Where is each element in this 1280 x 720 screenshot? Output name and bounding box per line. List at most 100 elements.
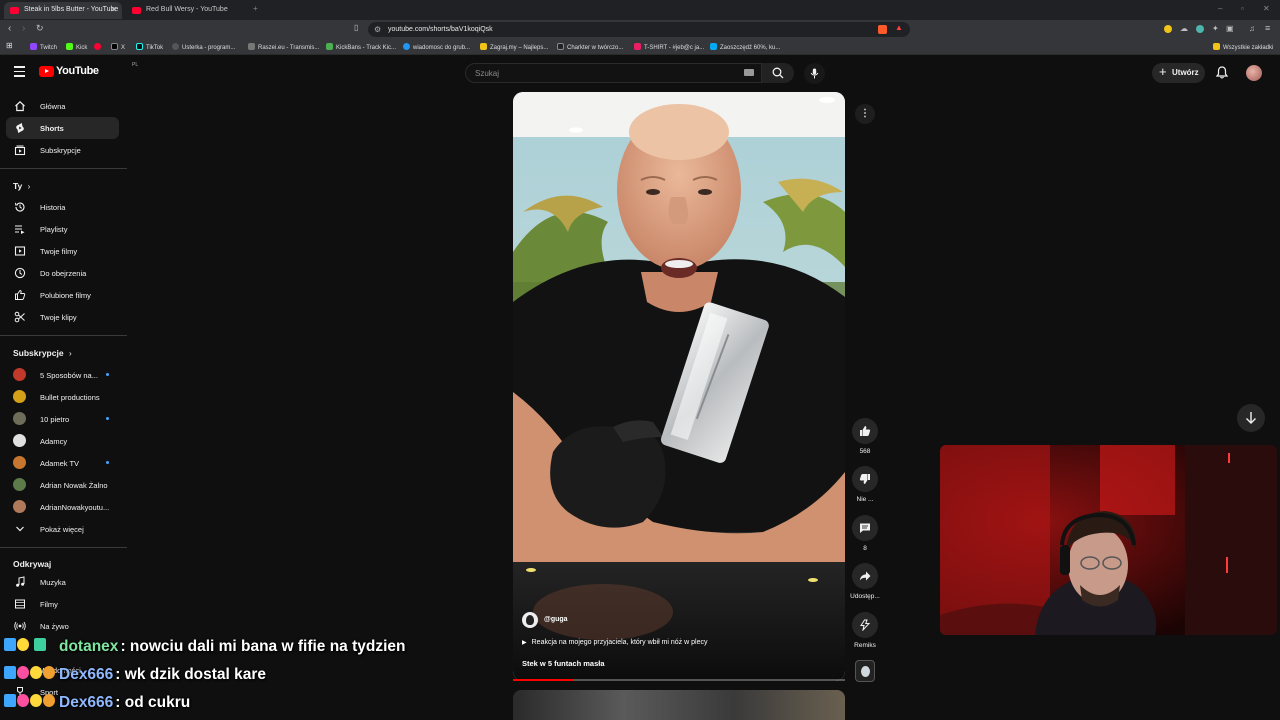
- bookmark-item[interactable]: Twitch: [30, 43, 57, 51]
- keyboard-icon[interactable]: [744, 69, 754, 76]
- extension-icon[interactable]: ☁: [1180, 24, 1188, 33]
- related-video-link[interactable]: ▶ Reakcja na mojego przyjaciela, który wb…: [522, 639, 707, 646]
- sidebar-item-playlists[interactable]: Playlisty: [6, 218, 119, 240]
- sidebar-channel[interactable]: 10 pietro: [6, 408, 119, 430]
- account-avatar[interactable]: [1246, 65, 1262, 81]
- sidebar-channel[interactable]: Adamcy: [6, 430, 119, 452]
- reload-icon[interactable]: ↻: [36, 23, 44, 34]
- notifications-bell-icon[interactable]: [1216, 66, 1228, 79]
- comments-button[interactable]: [852, 515, 878, 541]
- chat-message: dotanex: nowciu dali mi bana w fifie na …: [4, 637, 406, 661]
- sidebar-item-shorts[interactable]: Shorts: [6, 117, 119, 139]
- bookmark-item[interactable]: Zagraj.my – Najleps...: [480, 43, 548, 51]
- tab-close-icon[interactable]: ✕: [110, 5, 117, 14]
- dislike-button[interactable]: [852, 466, 878, 492]
- hamburger-menu-icon[interactable]: [14, 66, 25, 77]
- sidebar-item-music[interactable]: Muzyka: [6, 571, 119, 593]
- page-icon: [634, 43, 641, 50]
- bookmark-item[interactable]: [94, 43, 104, 51]
- sidebar-item-live[interactable]: Na żywo: [6, 615, 119, 637]
- more-options-button[interactable]: ⋮: [855, 104, 875, 124]
- sidebar-heading-explore: Odkrywaj: [13, 559, 52, 569]
- minimize-icon[interactable]: –: [1218, 4, 1222, 13]
- heart-badge-icon: [30, 666, 42, 679]
- comment-icon: [860, 523, 870, 533]
- sound-thumbnail[interactable]: [855, 660, 875, 682]
- sidebar-item-home[interactable]: Główna: [6, 95, 119, 117]
- bookmark-item[interactable]: Usterka - program...: [172, 43, 235, 51]
- next-short-button[interactable]: [1237, 404, 1265, 432]
- browser-tab-bar: Steak in 5lbs Butter - YouTube ✕ Red Bul…: [0, 0, 1280, 20]
- sidebar-item-watch-later[interactable]: Do obejrzenia: [6, 262, 119, 284]
- create-button[interactable]: + Utwórz: [1152, 63, 1205, 83]
- heart-badge-icon: [17, 638, 29, 651]
- bookmark-item[interactable]: Zaoszczędź 60%, ku...: [710, 43, 780, 51]
- gift-badge-icon: [17, 694, 29, 707]
- remix-button[interactable]: [852, 612, 878, 638]
- bookmark-item[interactable]: Kick: [66, 43, 87, 51]
- rewards-icon[interactable]: ▲: [895, 23, 903, 32]
- page-icon: [326, 43, 333, 50]
- bookmark-item[interactable]: Charkter w twórczo...: [557, 43, 623, 51]
- sidebar-heading-you[interactable]: Ty ›: [13, 181, 30, 191]
- voice-search-button[interactable]: [804, 63, 825, 84]
- sidebar-channel[interactable]: AdrianNowakyoutu...: [6, 496, 119, 518]
- sidebar-heading-subscriptions[interactable]: Subskrypcje ›: [13, 348, 72, 358]
- chevron-right-icon: ›: [27, 182, 31, 191]
- sidebar-item-your-videos[interactable]: Twoje filmy: [6, 240, 119, 262]
- sidebar-show-more[interactable]: Pokaż więcej: [6, 518, 119, 540]
- sidebar-item-history[interactable]: Historia: [6, 196, 119, 218]
- video-progress-bar[interactable]: [513, 679, 845, 681]
- sidebar-toggle-icon[interactable]: ▣: [1226, 24, 1234, 33]
- share-button[interactable]: [852, 563, 878, 589]
- channel-link[interactable]: @guga: [522, 612, 568, 628]
- url-field[interactable]: ⚙ youtube.com/shorts/baV1koqiQsk: [368, 22, 910, 37]
- extension-icon[interactable]: [1196, 25, 1204, 33]
- sidebar-channel[interactable]: Bullet productions: [6, 386, 119, 408]
- all-bookmarks[interactable]: Wszystkie zakładki: [1213, 43, 1273, 51]
- channel-avatar: [13, 412, 26, 425]
- next-short-preview[interactable]: [513, 690, 845, 720]
- chat-text: wk dzik dostal kare: [124, 666, 267, 683]
- extension-icon[interactable]: [1164, 25, 1172, 33]
- browser-tab-active[interactable]: Steak in 5lbs Butter - YouTube ✕: [4, 2, 122, 19]
- maximize-icon[interactable]: ▫: [1241, 4, 1244, 13]
- back-icon[interactable]: ‹: [8, 23, 11, 34]
- apps-icon[interactable]: ⊞: [6, 41, 13, 50]
- forward-icon[interactable]: ›: [22, 23, 25, 34]
- bookmark-item[interactable]: X: [111, 43, 125, 51]
- dislike-label: Nie ...: [856, 496, 874, 503]
- bookmark-item[interactable]: T-SHIRT - #jeb@c ja...: [634, 43, 704, 51]
- tools-badge-icon: [4, 666, 16, 679]
- subscriptions-icon: [14, 145, 26, 156]
- extensions-puzzle-icon[interactable]: ✦: [1212, 24, 1219, 33]
- bookmark-icon[interactable]: ▯: [354, 23, 358, 32]
- sidebar-channel[interactable]: 5 Sposobów na...: [6, 364, 119, 386]
- webcam-overlay: [940, 445, 1277, 635]
- bookmark-item[interactable]: Raszei.eu - Transmis...: [248, 43, 319, 51]
- sidebar-item-liked[interactable]: Polubione filmy: [6, 284, 119, 306]
- sidebar-item-subscriptions[interactable]: Subskrypcje: [6, 139, 119, 161]
- like-button[interactable]: [852, 418, 878, 444]
- browser-menu-icon[interactable]: ≡: [1265, 23, 1270, 33]
- short-video-player[interactable]: [513, 92, 845, 681]
- new-content-dot: [106, 461, 109, 464]
- site-settings-icon[interactable]: ⚙: [374, 25, 381, 34]
- thumbs-up-icon: [860, 426, 871, 436]
- sidebar-channel[interactable]: Adamek TV: [6, 452, 119, 474]
- browser-tab[interactable]: Red Bull Wersy - YouTube: [126, 2, 248, 19]
- sidebar-item-movies[interactable]: Filmy: [6, 593, 119, 615]
- bookmark-item[interactable]: wiadomosc do grub...: [403, 43, 470, 51]
- sidebar-item-clips[interactable]: Twoje klipy: [6, 306, 119, 328]
- progress-fill: [513, 679, 573, 681]
- search-button[interactable]: [762, 63, 794, 83]
- bookmark-item[interactable]: TikTok: [136, 43, 163, 51]
- bookmark-item[interactable]: KickBans - Track Kic...: [326, 43, 396, 51]
- search-input[interactable]: Szukaj: [465, 63, 762, 83]
- media-icon[interactable]: ♫: [1249, 24, 1255, 33]
- new-content-dot: [106, 417, 109, 420]
- new-tab-icon[interactable]: +: [253, 4, 258, 13]
- sidebar-channel[interactable]: Adrian Nowak Żalno: [6, 474, 119, 496]
- window-close-icon[interactable]: ✕: [1263, 4, 1270, 13]
- brave-shield-icon[interactable]: [878, 25, 887, 34]
